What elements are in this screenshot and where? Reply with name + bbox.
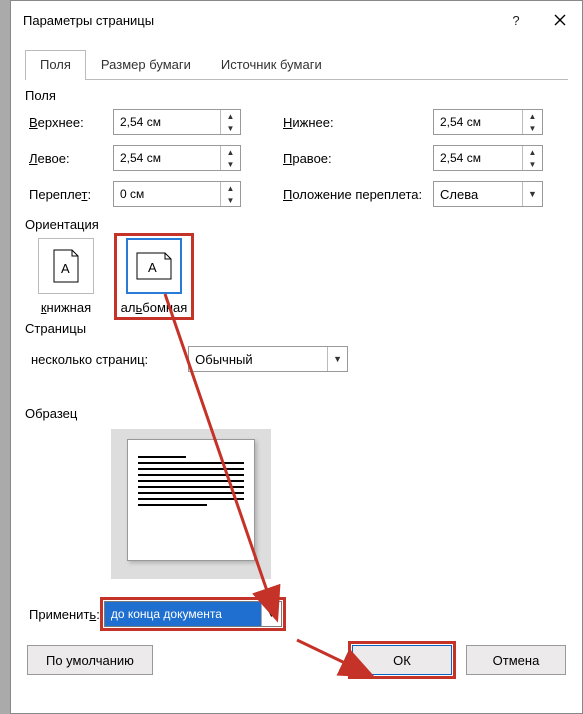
tab-margins[interactable]: Поля (25, 50, 86, 80)
label-left: Левое: (29, 151, 113, 166)
landscape-icon: A (126, 238, 182, 294)
apply-to-value: до конца документа (105, 602, 261, 626)
spin-up-icon[interactable]: ▲ (523, 146, 542, 158)
spin-down-icon[interactable]: ▼ (523, 158, 542, 170)
multiple-pages-value: Обычный (189, 347, 327, 371)
margin-right-input[interactable]: ▲▼ (433, 145, 543, 171)
set-defaults-button[interactable]: По умолчанию (27, 645, 153, 675)
gutter-position-value: Слева (434, 182, 522, 206)
spin-up-icon[interactable]: ▲ (221, 110, 240, 122)
portrait-icon: A (38, 238, 94, 294)
spin-up-icon[interactable]: ▲ (221, 182, 240, 194)
svg-text:A: A (61, 261, 70, 276)
label-right: Правое: (283, 151, 433, 166)
orientation-portrait-label: книжная (41, 300, 91, 315)
dialog-title: Параметры страницы (23, 13, 494, 28)
label-bottom: Нижнее: (283, 115, 433, 130)
margin-right-field[interactable] (434, 146, 522, 170)
label-apply-to: Применить: (29, 607, 100, 622)
tab-paper-source[interactable]: Источник бумаги (206, 50, 337, 80)
label-gutter: Переплет: (29, 187, 113, 202)
tab-bar: Поля Размер бумаги Источник бумаги (25, 49, 568, 80)
titlebar: Параметры страницы ? (11, 1, 582, 39)
preview-page-icon (127, 439, 255, 561)
multiple-pages-select[interactable]: Обычный ▼ (188, 346, 348, 372)
spin-up-icon[interactable]: ▲ (523, 110, 542, 122)
label-top: Верхнее: (29, 115, 113, 130)
svg-text:A: A (148, 260, 157, 275)
gutter-field[interactable] (114, 182, 220, 206)
gutter-input[interactable]: ▲▼ (113, 181, 241, 207)
group-preview-label: Образец (25, 406, 568, 421)
preview-area (111, 429, 271, 579)
spin-down-icon[interactable]: ▼ (221, 194, 240, 206)
margin-left-input[interactable]: ▲▼ (113, 145, 241, 171)
margin-left-field[interactable] (114, 146, 220, 170)
spin-down-icon[interactable]: ▼ (221, 158, 240, 170)
chevron-down-icon[interactable]: ▼ (327, 347, 347, 371)
chevron-down-icon[interactable]: ▼ (522, 182, 542, 206)
apply-to-select[interactable]: до конца документа ▼ (104, 601, 282, 627)
help-button[interactable]: ? (494, 2, 538, 38)
label-multiple-pages: несколько страниц: (31, 352, 148, 367)
group-pages-label: Страницы (25, 321, 568, 336)
label-gutter-position: Положение переплета: (283, 187, 433, 202)
chevron-down-icon[interactable]: ▼ (261, 602, 281, 626)
group-orientation-label: Ориентация (25, 217, 568, 232)
spin-down-icon[interactable]: ▼ (523, 122, 542, 134)
close-button[interactable] (538, 2, 582, 38)
margin-top-input[interactable]: ▲▼ (113, 109, 241, 135)
spin-up-icon[interactable]: ▲ (221, 146, 240, 158)
gutter-position-select[interactable]: Слева ▼ (433, 181, 543, 207)
orientation-portrait[interactable]: A книжная (31, 238, 101, 315)
page-setup-dialog: Параметры страницы ? Поля Размер бумаги … (10, 0, 583, 714)
cancel-button[interactable]: Отмена (466, 645, 566, 675)
margin-bottom-input[interactable]: ▲▼ (433, 109, 543, 135)
margin-top-field[interactable] (114, 110, 220, 134)
tab-paper-size[interactable]: Размер бумаги (86, 50, 206, 80)
close-icon (554, 14, 566, 26)
group-margins-label: Поля (25, 88, 568, 103)
orientation-landscape[interactable]: A альбомная (119, 238, 189, 315)
margin-bottom-field[interactable] (434, 110, 522, 134)
orientation-landscape-label: альбомная (121, 300, 188, 315)
spin-down-icon[interactable]: ▼ (221, 122, 240, 134)
ok-button[interactable]: ОК (352, 645, 452, 675)
